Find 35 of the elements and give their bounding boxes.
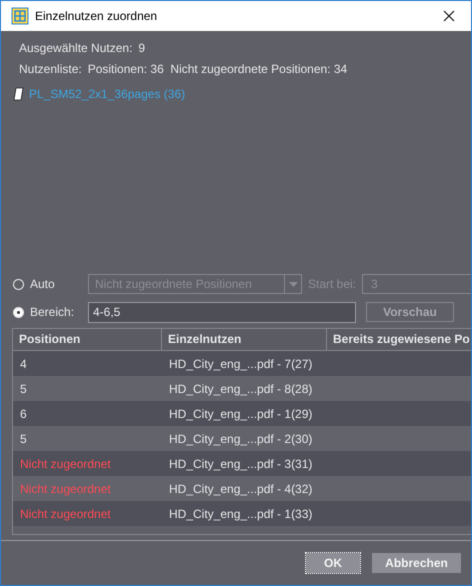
preview-button[interactable]: Vorschau bbox=[366, 302, 454, 322]
radio-label: Auto bbox=[30, 277, 56, 291]
table-cell: Nicht zugeordnet bbox=[20, 456, 111, 470]
document-icon bbox=[13, 87, 25, 101]
close-icon[interactable] bbox=[443, 10, 455, 22]
info-value: Positionen: 36 Nicht zugeordnete Positionen: 34 bbox=[88, 62, 348, 76]
table-cell: HD_City_eng_...pdf - 7(27) bbox=[169, 356, 312, 370]
table-cell: HD_City_eng_...pdf - 4(32) bbox=[169, 482, 312, 496]
range-field[interactable]: 4-6,5 bbox=[88, 302, 356, 322]
table-cell: 5 bbox=[20, 432, 27, 446]
info-value: 9 bbox=[138, 40, 146, 54]
column-header[interactable]: Einzelnutzen bbox=[162, 329, 327, 350]
table-cell: 6 bbox=[20, 406, 27, 420]
table-cell: HD_City_eng_...pdf - 1(33) bbox=[169, 506, 312, 520]
dialog-button[interactable]: Abbrechen bbox=[372, 553, 461, 573]
table-cell: HD_City_eng_...pdf - 2(30) bbox=[169, 432, 312, 446]
dialog-button[interactable]: OK bbox=[306, 553, 360, 573]
table-cell: 5 bbox=[20, 382, 27, 396]
table-cell: 4 bbox=[20, 356, 27, 370]
info-label: Ausgewählte Nutzen: bbox=[19, 40, 132, 54]
window-title: Einzelnutzen zuordnen bbox=[35, 9, 158, 23]
column-header[interactable]: Bereits zugewiesene Po bbox=[327, 329, 471, 350]
radio-button[interactable] bbox=[13, 278, 24, 290]
column-header[interactable]: Positionen bbox=[13, 329, 162, 350]
table-cell: Nicht zugeordnet bbox=[20, 506, 111, 520]
radio-button[interactable] bbox=[13, 306, 24, 318]
radio-label: Bereich: bbox=[30, 305, 76, 319]
table-cell: HD_City_eng_...pdf - 1(29) bbox=[169, 406, 312, 420]
file-link[interactable]: PL_SM52_2x1_36pages (36) bbox=[29, 87, 186, 101]
table-cell: Nicht zugeordnet bbox=[20, 482, 111, 496]
info-label: Nutzenliste: bbox=[19, 62, 82, 76]
table-cell: HD_City_eng_...pdf - 3(31) bbox=[169, 456, 312, 470]
table-cell: HD_City_eng_...pdf - 8(28) bbox=[169, 382, 312, 396]
caret-icon bbox=[288, 282, 298, 286]
app-icon bbox=[11, 7, 29, 25]
